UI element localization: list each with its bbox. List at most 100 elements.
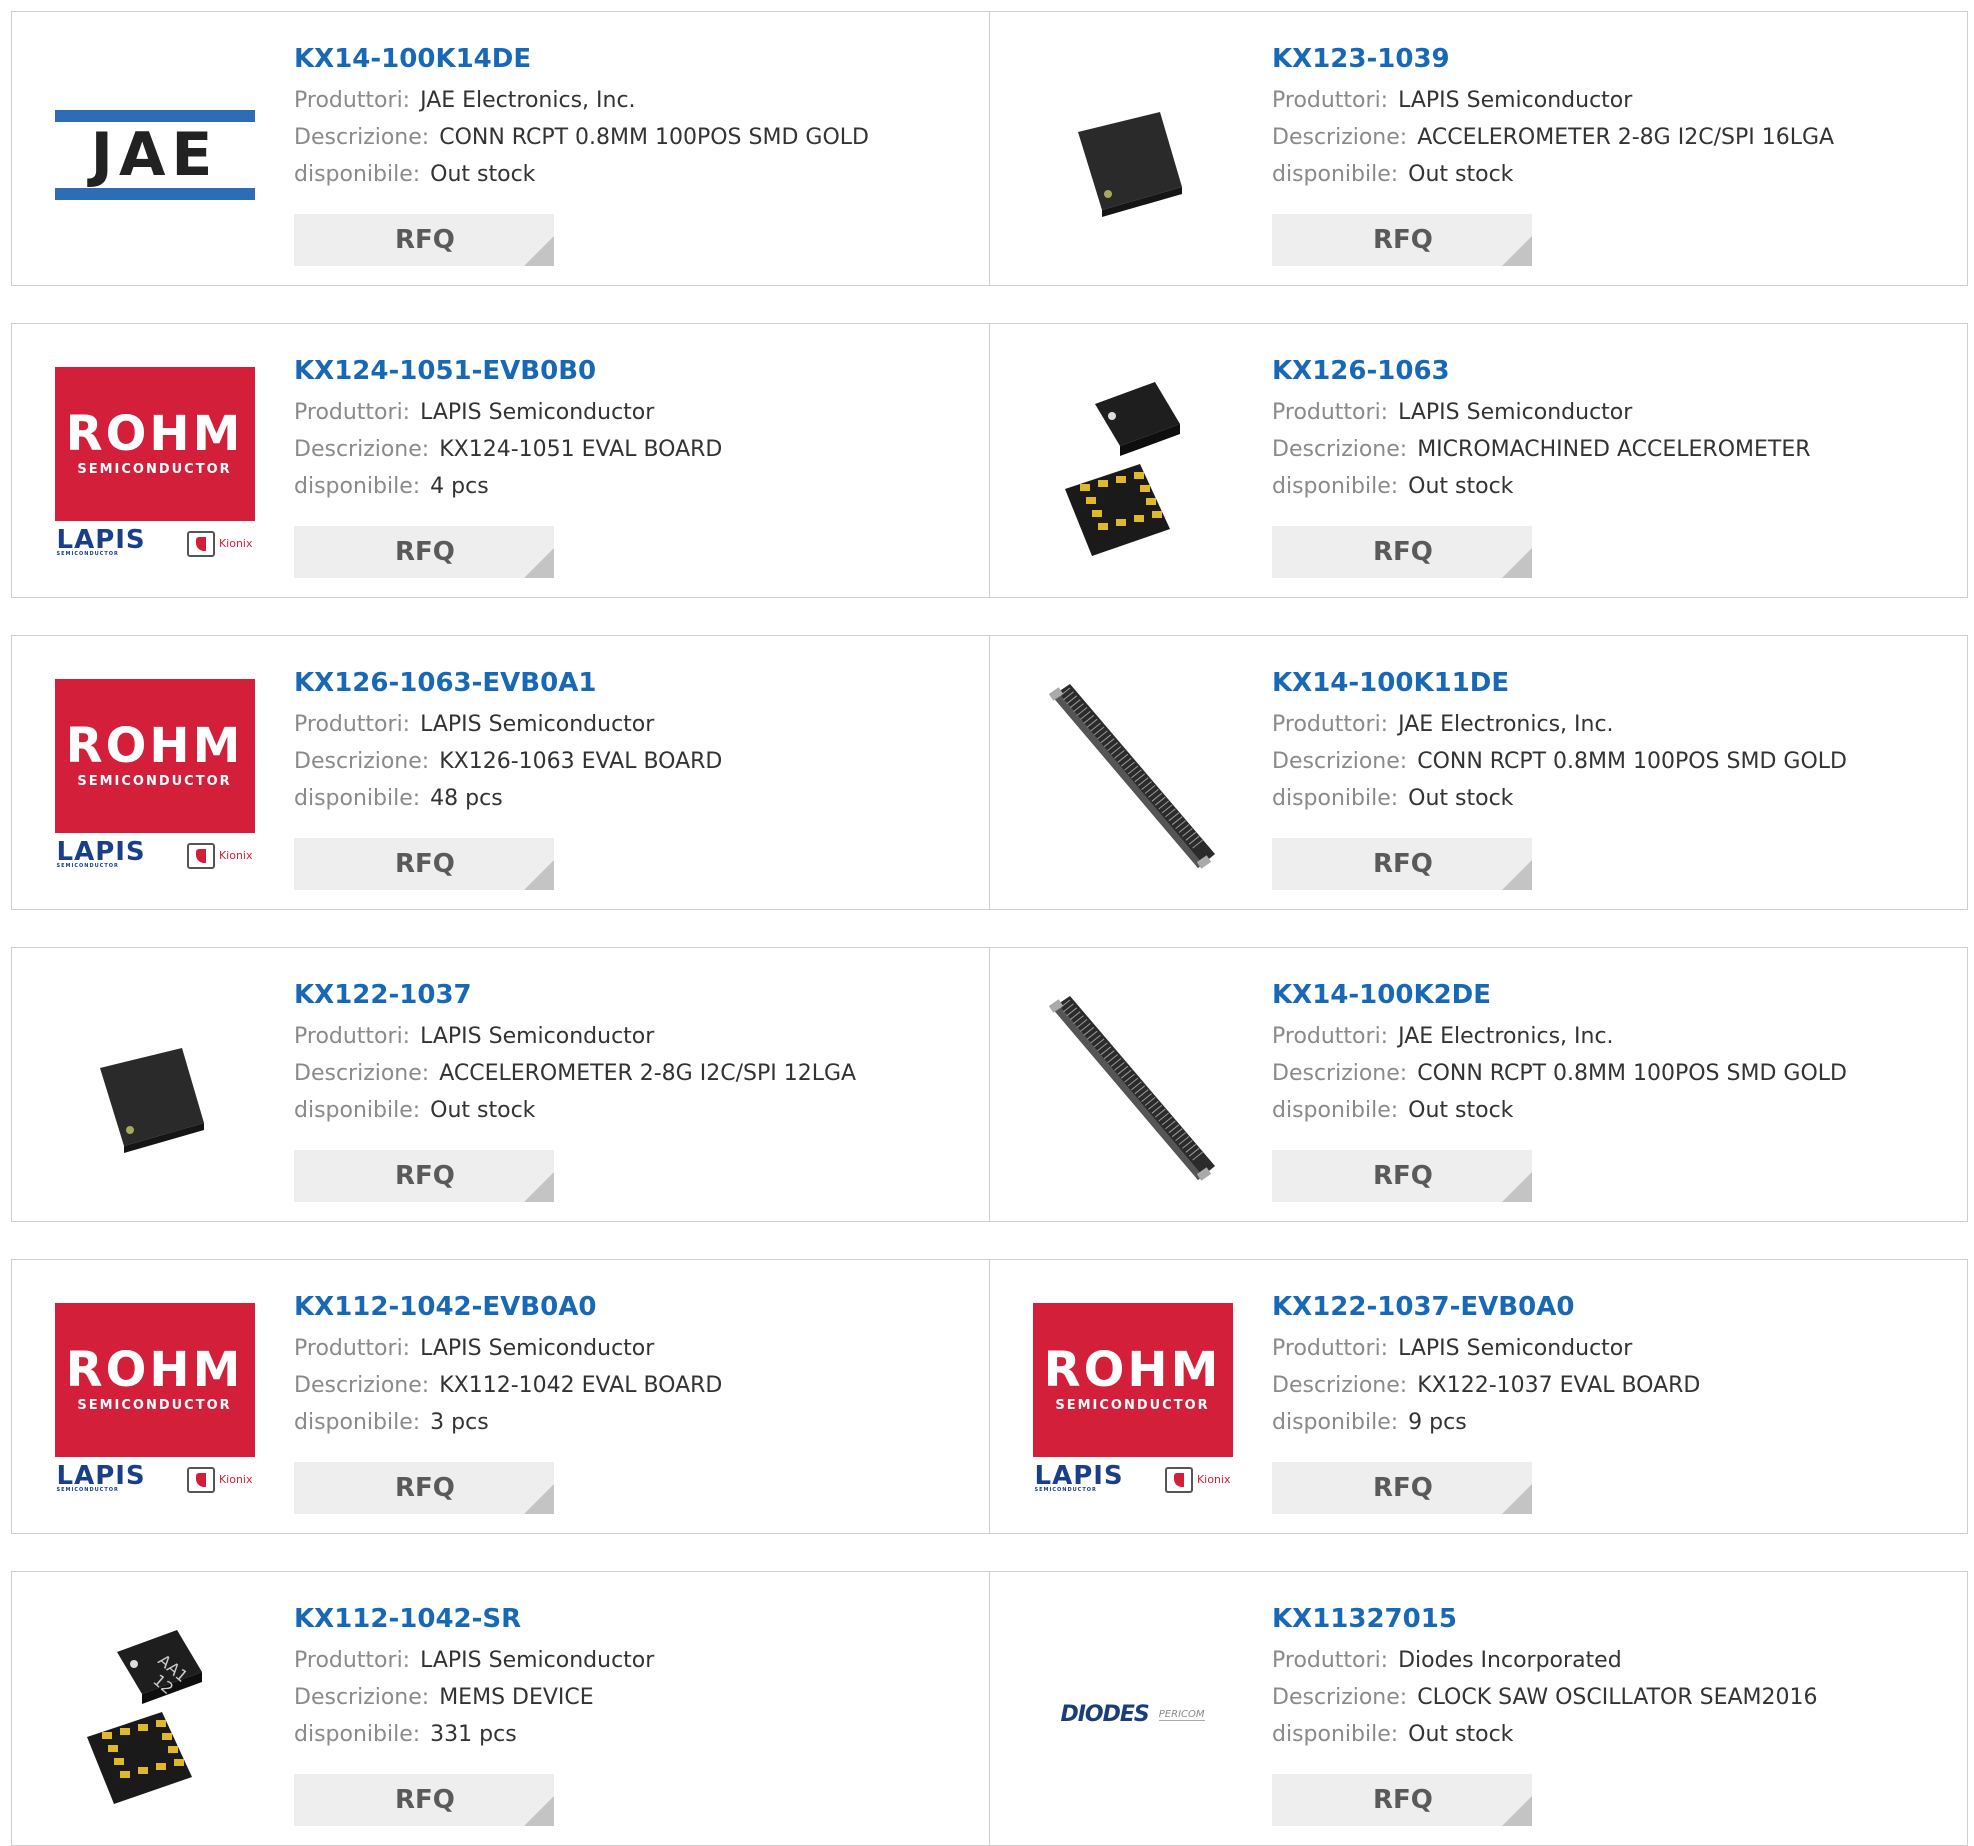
- part-number-link[interactable]: KX14-100K14DE: [294, 42, 869, 82]
- corner-triangle-icon: [1502, 860, 1532, 890]
- product-info: KX123-1039 Produttori: LAPIS Semiconductor…: [1272, 42, 1834, 193]
- lapis-logo: LAPIS SEMICONDUCTOR: [56, 525, 146, 557]
- manufacturer-line: Produttori: LAPIS Semiconductor: [1272, 400, 1633, 425]
- product-info: KX11327015 Produttori: Diodes Incorporated…: [1272, 1602, 1818, 1753]
- description-value: ACCELEROMETER 2-8G I2C/SPI 12LGA: [439, 1061, 857, 1086]
- connector-image: [1048, 996, 1215, 1181]
- kionix-logo: Kionix: [186, 1466, 253, 1493]
- manufacturer-line: Produttori: Diodes Incorporated: [1272, 1648, 1622, 1673]
- product-card: JAE KX14-100K14DE Produttori: JAE Electroni…: [11, 11, 990, 286]
- corner-triangle-icon: [524, 1172, 554, 1202]
- product-info: KX122-1037 Produttori: LAPIS Semiconductor…: [294, 978, 856, 1129]
- availability-value: Out stock: [1408, 1098, 1514, 1123]
- product-image[interactable]: ROHM SEMICONDUCTOR LAPIS SEMICONDUCTOR Kioni…: [52, 364, 257, 569]
- rfq-button[interactable]: RFQ: [294, 526, 554, 578]
- part-number-link[interactable]: KX126-1063-EVB0A1: [294, 666, 722, 706]
- rfq-button[interactable]: RFQ: [294, 1462, 554, 1514]
- description-line: Descrizione: ACCELEROMETER 2-8G I2C/SPI 1…: [294, 1061, 857, 1086]
- part-number-link[interactable]: KX14-100K11DE: [1272, 666, 1847, 706]
- part-number-link[interactable]: KX123-1039: [1272, 42, 1834, 82]
- availability-line: disponibile: 48 pcs: [294, 786, 503, 811]
- corner-triangle-icon: [524, 548, 554, 578]
- part-number-link[interactable]: KX126-1063: [1272, 354, 1811, 394]
- manufacturer-value: LAPIS Semiconductor: [420, 712, 655, 737]
- product-row: AA1 12 KX112-1042-SR Produttori: LAPIS Semic…: [11, 1571, 1969, 1846]
- availability-line: disponibile: Out stock: [1272, 1722, 1514, 1747]
- availability-line: disponibile: Out stock: [1272, 1098, 1514, 1123]
- availability-line: disponibile: Out stock: [294, 1098, 536, 1123]
- manufacturer-value: LAPIS Semiconductor: [1398, 88, 1633, 113]
- part-number-link[interactable]: KX112-1042-SR: [294, 1602, 654, 1642]
- part-number-link[interactable]: KX14-100K2DE: [1272, 978, 1847, 1018]
- description-line: Descrizione: CONN RCPT 0.8MM 100POS SMD G…: [294, 125, 869, 150]
- product-image[interactable]: ROHM SEMICONDUCTOR LAPIS SEMICONDUCTOR Kioni…: [1030, 1300, 1235, 1505]
- rfq-button[interactable]: RFQ: [294, 838, 554, 890]
- corner-triangle-icon: [1502, 1172, 1532, 1202]
- manufacturer-line: Produttori: LAPIS Semiconductor: [1272, 1336, 1633, 1361]
- product-info: KX126-1063 Produttori: LAPIS Semiconductor…: [1272, 354, 1811, 505]
- part-number-link[interactable]: KX122-1037: [294, 978, 856, 1018]
- product-image[interactable]: [1030, 988, 1235, 1193]
- product-card: KX14-100K11DE Produttori: JAE Electronics,…: [989, 635, 1968, 910]
- kionix-logo: Kionix: [186, 842, 253, 869]
- description-line: Descrizione: ACCELEROMETER 2-8G I2C/SPI 1…: [1272, 125, 1835, 150]
- rfq-button[interactable]: RFQ: [1272, 1462, 1532, 1514]
- product-grid: JAE KX14-100K14DE Produttori: JAE Electroni…: [11, 11, 1969, 1846]
- description-line: Descrizione: KX126-1063 EVAL BOARD: [294, 749, 723, 774]
- description-value: KX122-1037 EVAL BOARD: [1417, 1373, 1701, 1398]
- product-row: KX122-1037 Produttori: LAPIS Semiconductor…: [11, 947, 1969, 1222]
- product-card: ROHM SEMICONDUCTOR LAPIS SEMICONDUCTOR Kioni…: [989, 1259, 1968, 1534]
- description-line: Descrizione: MEMS DEVICE: [294, 1685, 594, 1710]
- product-image[interactable]: ROHM SEMICONDUCTOR LAPIS SEMICONDUCTOR Kioni…: [52, 1300, 257, 1505]
- product-image[interactable]: JAE: [52, 52, 257, 257]
- manufacturer-value: JAE Electronics, Inc.: [420, 88, 636, 113]
- availability-value: Out stock: [430, 162, 536, 187]
- rfq-button[interactable]: RFQ: [294, 1150, 554, 1202]
- product-image[interactable]: DIODES PERICOM: [1030, 1612, 1235, 1817]
- availability-value: Out stock: [1408, 786, 1514, 811]
- product-info: KX14-100K14DE Produttori: JAE Electronics,…: [294, 42, 869, 193]
- description-line: Descrizione: CLOCK SAW OSCILLATOR SEAM201…: [1272, 1685, 1818, 1710]
- rohm-logo: ROHM SEMICONDUCTOR LAPIS SEMICONDUCTOR Kioni…: [1032, 1302, 1233, 1503]
- rohm-logo: ROHM SEMICONDUCTOR LAPIS SEMICONDUCTOR Kioni…: [54, 678, 255, 879]
- product-image[interactable]: [1030, 364, 1235, 569]
- rfq-button[interactable]: RFQ: [294, 214, 554, 266]
- part-number-link[interactable]: KX11327015: [1272, 1602, 1818, 1642]
- part-number-link[interactable]: KX112-1042-EVB0A0: [294, 1290, 722, 1330]
- product-image[interactable]: ROHM SEMICONDUCTOR LAPIS SEMICONDUCTOR Kioni…: [52, 676, 257, 881]
- product-card: ROHM SEMICONDUCTOR LAPIS SEMICONDUCTOR Kioni…: [11, 323, 990, 598]
- description-value: MICROMACHINED ACCELEROMETER: [1417, 437, 1811, 462]
- product-image[interactable]: [52, 988, 257, 1193]
- availability-line: disponibile: Out stock: [294, 162, 536, 187]
- availability-value: Out stock: [1408, 1722, 1514, 1747]
- manufacturer-value: LAPIS Semiconductor: [1398, 400, 1633, 425]
- product-info: KX124-1051-EVB0B0 Produttori: LAPIS Semico…: [294, 354, 722, 505]
- manufacturer-line: Produttori: LAPIS Semiconductor: [1272, 88, 1633, 113]
- manufacturer-value: Diodes Incorporated: [1398, 1648, 1622, 1673]
- diodes-logo: DIODES PERICOM: [1060, 1702, 1205, 1727]
- manufacturer-line: Produttori: LAPIS Semiconductor: [294, 712, 655, 737]
- rfq-button[interactable]: RFQ: [1272, 214, 1532, 266]
- kionix-mark-icon: [186, 1466, 215, 1493]
- corner-triangle-icon: [524, 236, 554, 266]
- product-card: ROHM SEMICONDUCTOR LAPIS SEMICONDUCTOR Kioni…: [11, 1259, 990, 1534]
- part-number-link[interactable]: KX122-1037-EVB0A0: [1272, 1290, 1700, 1330]
- rfq-button[interactable]: RFQ: [294, 1774, 554, 1826]
- description-value: CONN RCPT 0.8MM 100POS SMD GOLD: [439, 125, 869, 150]
- part-number-link[interactable]: KX124-1051-EVB0B0: [294, 354, 722, 394]
- manufacturer-line: Produttori: JAE Electronics, Inc.: [294, 88, 636, 113]
- rfq-button[interactable]: RFQ: [1272, 1774, 1532, 1826]
- description-value: CONN RCPT 0.8MM 100POS SMD GOLD: [1417, 1061, 1847, 1086]
- rfq-button[interactable]: RFQ: [1272, 526, 1532, 578]
- chip-pair-image: AA112: [87, 1630, 202, 1804]
- product-image[interactable]: AA1 12: [52, 1612, 257, 1817]
- product-image[interactable]: [1030, 52, 1235, 257]
- product-image[interactable]: [1030, 676, 1235, 881]
- product-info: KX14-100K11DE Produttori: JAE Electronics,…: [1272, 666, 1847, 817]
- rfq-button[interactable]: RFQ: [1272, 1150, 1532, 1202]
- kionix-logo: Kionix: [1164, 1466, 1231, 1493]
- chip-image: [1078, 112, 1182, 217]
- availability-line: disponibile: 4 pcs: [294, 474, 489, 499]
- corner-triangle-icon: [1502, 548, 1532, 578]
- rfq-button[interactable]: RFQ: [1272, 838, 1532, 890]
